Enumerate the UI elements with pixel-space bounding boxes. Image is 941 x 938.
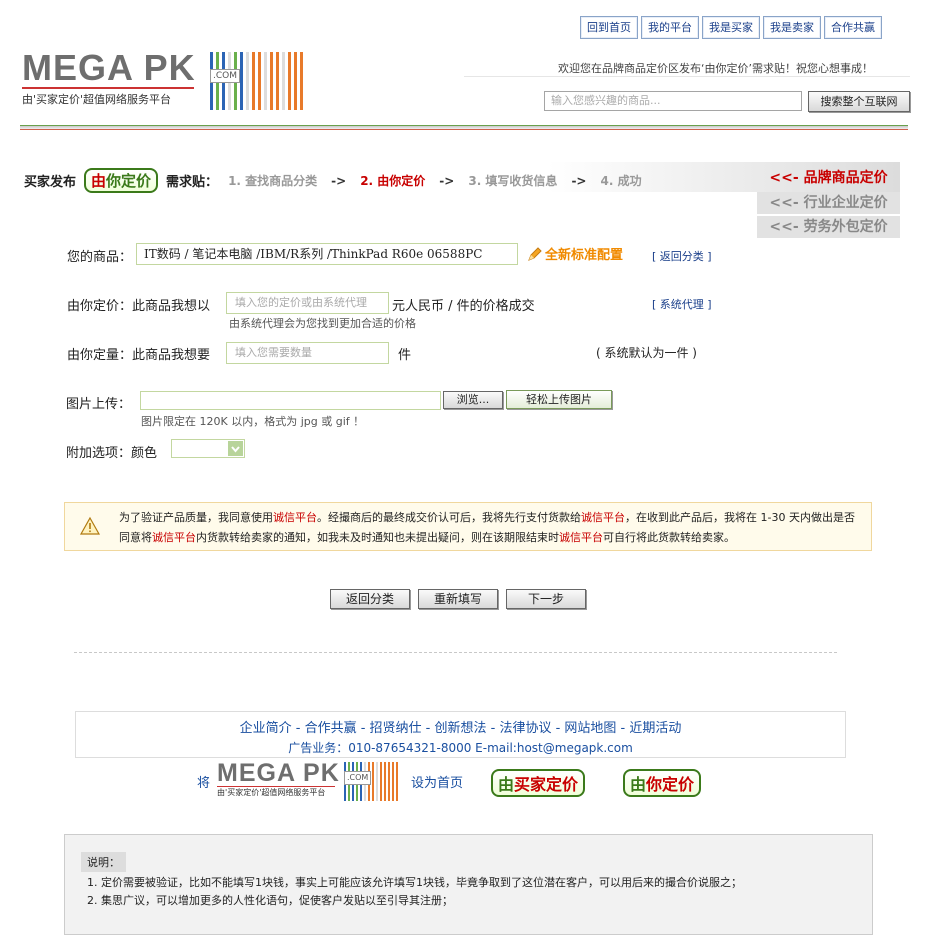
browse-button[interactable]: 浏览...	[443, 391, 503, 409]
upload-hint: 图片限定在 120K 以内，格式为 jpg 或 gif ！	[141, 415, 365, 428]
quantity-default-note: ( 系统默认为一件 )	[596, 346, 697, 360]
nav-seller[interactable]: 我是卖家	[763, 16, 821, 39]
footer-links[interactable]: 企业简介 - 合作共赢 - 招贤纳仕 - 创新想法 - 法律协议 - 网站地图 …	[76, 717, 845, 736]
price-suffix: 元人民币 / 件的价格成交	[392, 299, 535, 314]
color-select[interactable]	[171, 439, 245, 458]
quantity-input[interactable]: 填入您需要数量	[226, 342, 389, 364]
logo-dotcom: .COM	[210, 69, 240, 83]
search-button[interactable]: 搜索整个互联网	[808, 91, 910, 112]
step-arrow: ->	[571, 173, 587, 188]
footer-logo[interactable]: MEGA PK 由'买家定价'超值网络服务平台	[217, 760, 340, 798]
header-divider	[20, 125, 908, 130]
logo-tagline: 由'买家定价'超值网络服务平台	[22, 93, 172, 106]
quantity-unit: 件	[398, 348, 412, 363]
verification-notice: 为了验证产品质量，我同意使用诚信平台。经撮商后的最终成交价认可后，我将先行支付货…	[64, 502, 872, 551]
price-hint: 由系统代理会为您找到更加合适的价格	[229, 317, 416, 330]
nav-my-platform[interactable]: 我的平台	[641, 16, 699, 39]
pencil-icon	[528, 246, 542, 261]
top-nav: 回到首页 我的平台 我是买家 我是卖家 合作共赢	[580, 16, 882, 39]
step-4: 4. 成功	[600, 174, 642, 188]
steps-suffix: 需求贴：	[166, 175, 219, 190]
upload-button[interactable]: 轻松上传图片	[506, 390, 612, 409]
you-price-badge: 由你定价	[84, 168, 159, 193]
steps-prefix: 买家发布	[24, 175, 77, 190]
note-line-2: 2. 集思广议，可以增加更多的人性化语句，促使客户发贴以至引导其注册；	[87, 894, 453, 907]
step-arrow: ->	[331, 173, 347, 188]
file-path-input[interactable]	[140, 391, 441, 410]
price-label: 由你定价：此商品我想以	[67, 299, 211, 314]
next-step-button[interactable]: 下一步	[506, 589, 586, 609]
system-agent-link[interactable]: [ 系统代理 ]	[652, 296, 712, 312]
steps: 买家发布 由你定价 需求贴： 1. 查找商品分类 -> 2. 由你定价 -> 3…	[24, 168, 642, 193]
footer-dotcom: .COM	[344, 771, 372, 785]
upload-label: 图片上传：	[66, 397, 132, 412]
nav-buyer[interactable]: 我是买家	[702, 16, 760, 39]
option-label: 附加选项：颜色	[66, 446, 158, 461]
site-logo[interactable]: MEGA PK 由'买家定价'超值网络服务平台	[22, 50, 196, 107]
nav-home[interactable]: 回到首页	[580, 16, 638, 39]
reset-button[interactable]: 重新填写	[418, 589, 498, 609]
step-1: 1. 查找商品分类	[228, 174, 318, 188]
notes-box: 说明： 1. 定价需要被验证，比如不能填写1块钱，事实上可能应该允许填写1块钱，…	[64, 834, 873, 935]
note-line-1: 1. 定价需要被验证，比如不能填写1块钱，事实上可能应该允许填写1块钱，毕竟争取…	[87, 876, 742, 889]
product-value: IT数码 / 笔记本电脑 /IBM/R系列 /ThinkPad R60e 065…	[136, 243, 518, 265]
welcome-text: 欢迎您在品牌商品定价区发布‘由你定价’需求贴！祝您心想事成！	[558, 62, 873, 75]
tab-labor-pricing[interactable]: <<- 劳务外包定价	[757, 216, 900, 238]
product-tag: 全新标准配置	[527, 244, 623, 263]
nav-cooperation[interactable]: 合作共赢	[824, 16, 882, 39]
chevron-down-icon	[228, 441, 243, 456]
set-home-link[interactable]: 设为首页	[411, 772, 463, 791]
you-price-footer-badge[interactable]: 由你定价	[623, 769, 702, 797]
step-3: 3. 填写收货信息	[468, 174, 558, 188]
search-input[interactable]: 输入您感兴趣的商品...	[544, 91, 802, 111]
tab-brand-pricing[interactable]: <<- 品牌商品定价	[757, 167, 900, 189]
step-arrow: ->	[439, 173, 455, 188]
notice-text: 为了验证产品质量，我同意使用诚信平台。经撮商后的最终成交价认可后，我将先行支付货…	[119, 511, 855, 544]
back-to-category-link[interactable]: [ 返回分类 ]	[652, 248, 712, 264]
quantity-label: 由你定量：此商品我想要	[67, 348, 211, 363]
price-input[interactable]: 填入您的定价或由系统代理	[226, 292, 389, 314]
footer-contact: 广告业务：010-87654321-8000 E-mail:host@megap…	[288, 741, 633, 755]
step-2-active: 2. 由你定价	[360, 174, 426, 188]
warning-icon	[79, 516, 101, 535]
section-divider	[74, 652, 837, 653]
tab-industry-pricing[interactable]: <<- 行业企业定价	[757, 192, 900, 214]
set-home-prefix: 将	[197, 776, 211, 791]
logo-barcode-icon: .COM	[210, 52, 303, 110]
buyer-price-badge[interactable]: 由买家定价	[491, 769, 586, 797]
footer-links-box: 企业简介 - 合作共赢 - 招贤纳仕 - 创新想法 - 法律协议 - 网站地图 …	[75, 711, 846, 758]
back-category-button[interactable]: 返回分类	[330, 589, 410, 609]
notes-title: 说明：	[81, 852, 126, 872]
logo-text: MEGA PK	[22, 47, 196, 88]
product-label: 您的商品：	[67, 250, 133, 265]
